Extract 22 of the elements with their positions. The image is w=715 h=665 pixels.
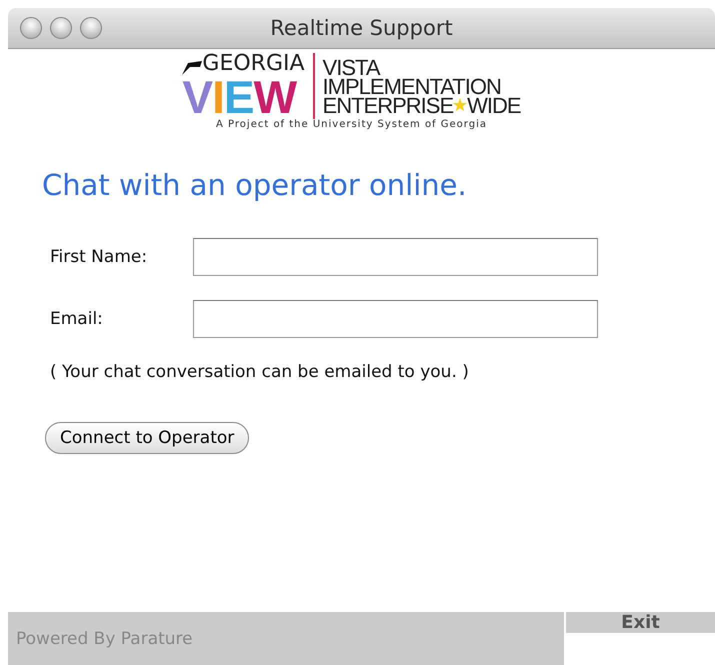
window-button[interactable]: [80, 17, 102, 39]
cap-icon: [182, 59, 202, 75]
input-field[interactable]: [193, 300, 598, 338]
note-text: ( Your chat conversation can be emailed to you. ): [50, 362, 470, 382]
window-button[interactable]: [50, 17, 72, 39]
window-title: Realtime Support: [270, 16, 453, 40]
credit-text: Powered By Parature: [16, 628, 193, 648]
logo-text: GEORGIA: [202, 53, 305, 75]
logo-text: WIDE: [467, 96, 521, 114]
logo-text: IMPLEMENTATION: [322, 76, 501, 96]
logo-text: ENTERPRISE: [322, 96, 454, 114]
exit-button[interactable]: Exit: [566, 612, 715, 633]
star-icon: [453, 98, 468, 112]
field-label: Email:: [50, 309, 104, 329]
connect-button[interactable]: Connect to Operator: [45, 422, 250, 454]
logo-tagline: A Project of the University System of Georgia: [216, 119, 487, 130]
window-button[interactable]: [20, 17, 42, 39]
field-label: First Name:: [50, 247, 148, 267]
heading: Chat with an operator online.: [42, 168, 468, 202]
input-field[interactable]: [193, 238, 598, 276]
logo-mark: VIEW: [182, 75, 296, 119]
logo-text: VISTA: [322, 58, 380, 76]
